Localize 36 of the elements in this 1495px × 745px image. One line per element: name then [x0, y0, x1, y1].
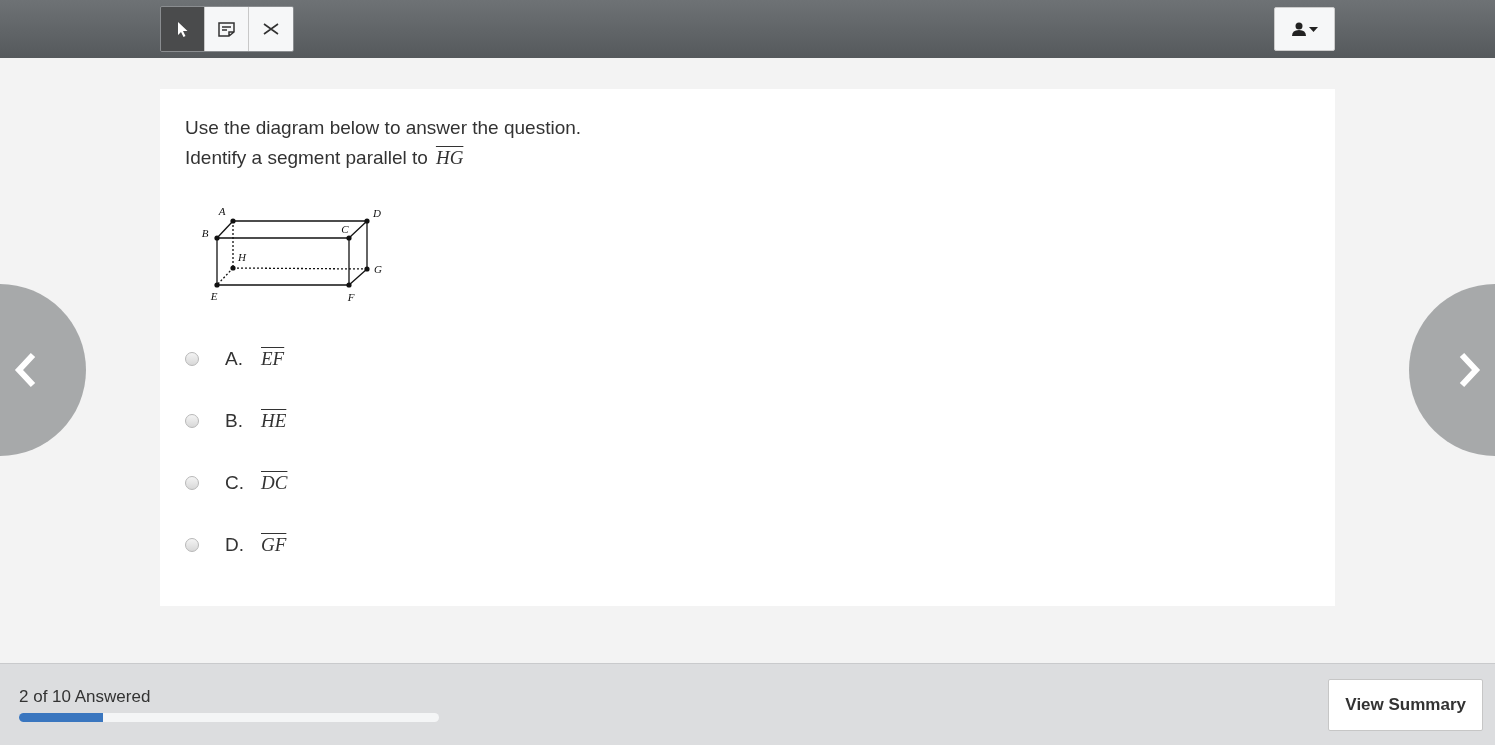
segment-label: GF [261, 534, 287, 556]
vertex-label: A [218, 205, 226, 217]
view-summary-button[interactable]: View Summary [1328, 678, 1483, 731]
radio-button[interactable] [185, 538, 199, 552]
option-letter: D. [225, 534, 245, 556]
close-icon [263, 23, 279, 35]
option-letter: B. [225, 410, 244, 432]
radio-button[interactable] [185, 352, 199, 366]
chevron-left-icon [14, 352, 36, 388]
vertex-label: C [341, 223, 349, 235]
segment-label: HG [435, 146, 464, 170]
tool-button[interactable] [161, 7, 205, 51]
question-text: Identify a segment parallel to [185, 146, 428, 170]
vertex-label: G [374, 263, 382, 275]
segment-label: EF [261, 348, 285, 370]
tool-button[interactable] [249, 7, 293, 51]
chevron-right-icon [1459, 352, 1481, 388]
vertex-label: D [373, 207, 381, 219]
tool-button[interactable] [205, 7, 249, 51]
radio-button[interactable] [185, 476, 199, 490]
caret-icon [1308, 26, 1318, 32]
vertex-label: H [238, 251, 246, 263]
user-menu-button[interactable] [1274, 7, 1335, 51]
vertex-label: F [347, 291, 355, 303]
note-icon [218, 21, 235, 37]
segment-label: DC [261, 472, 288, 494]
option-letter: C. [225, 472, 245, 494]
user-icon [1291, 22, 1306, 36]
vertex-label: E [210, 290, 218, 302]
segment-label: HE [261, 410, 287, 432]
vertex-label: B [201, 227, 209, 239]
progress-text: 2 of 10 Answered [19, 687, 152, 707]
radio-button[interactable] [185, 414, 199, 428]
question-text: Use the diagram below to answer the question. [185, 116, 582, 140]
option-letter: A. [225, 348, 244, 370]
cursor-icon [176, 20, 189, 38]
